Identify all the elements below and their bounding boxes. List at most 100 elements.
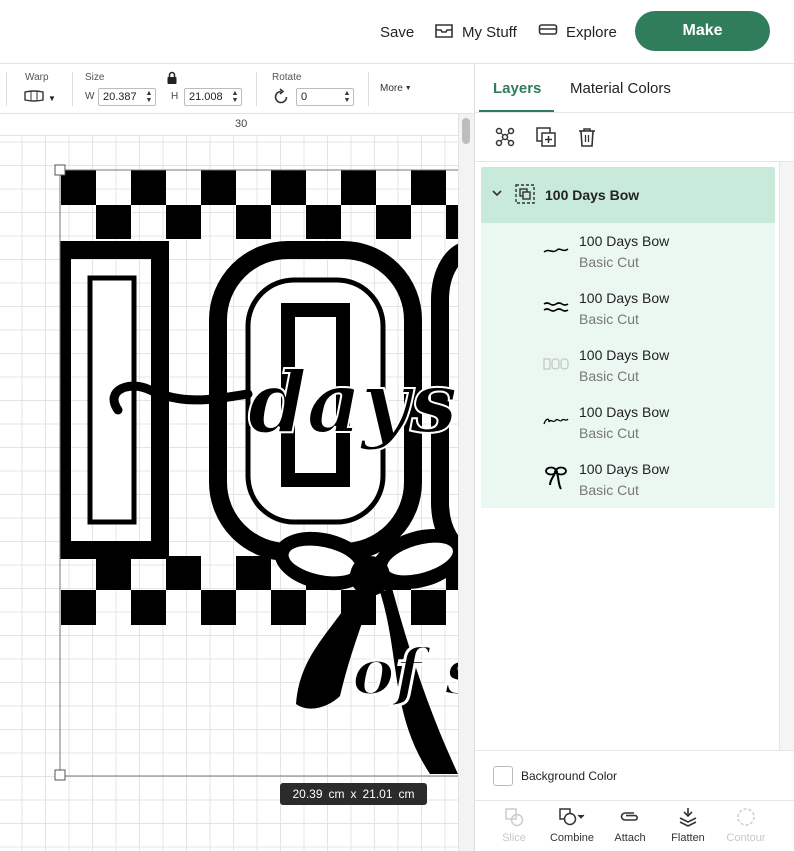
flatten-label: Flatten (671, 832, 705, 844)
stepper-icon[interactable]: ▲ ▼ (230, 90, 240, 104)
background-color-checkbox[interactable] (493, 766, 513, 786)
divider (6, 72, 7, 106)
trash-icon[interactable] (575, 125, 599, 149)
warp-dropdown[interactable]: ▼ (24, 90, 58, 106)
save-label: Save (380, 23, 415, 41)
warp-icon (24, 89, 44, 107)
attach-label: Attach (614, 832, 646, 844)
layer-name: 100 Days Bow (579, 233, 670, 249)
layer-tools (475, 112, 794, 162)
width-input[interactable]: 20.387 ▲ ▼ (98, 88, 156, 106)
canvas[interactable]: 30 days of s 20.39 cm x 21.01 cm (0, 114, 474, 851)
layer-item[interactable]: 100 Days Bow Basic Cut (481, 394, 775, 451)
layer-name: 100 Days Bow (579, 461, 670, 477)
of-school-thumb-icon (543, 408, 569, 434)
layer-item[interactable]: 100 Days Bow Basic Cut (481, 280, 775, 337)
layer-operation: Basic Cut (579, 482, 639, 498)
layer-name: 100 Days Bow (579, 347, 670, 363)
days-script-thumb-icon (543, 237, 569, 263)
more-label: More (380, 83, 403, 94)
layer-name: 100 Days Bow (579, 404, 670, 420)
divider (256, 72, 257, 106)
canvas-scrollbar[interactable] (458, 114, 474, 851)
explore-label: Explore (566, 23, 617, 41)
layer-name: 100 Days Bow (579, 290, 670, 306)
make-label: Make (682, 22, 723, 39)
grouped-layers-icon (515, 184, 535, 209)
rotate-icon[interactable] (272, 88, 290, 111)
slice-button[interactable]: Slice (484, 807, 544, 844)
width-value: 20.387 (103, 91, 137, 103)
script-days: days (248, 353, 457, 452)
bow-thumb-icon (543, 465, 569, 491)
background-color-row: Background Color (475, 750, 794, 800)
dimension-width: 20.39 (292, 787, 323, 801)
my-stuff-label: My Stuff (462, 23, 517, 41)
dimension-separator: x (350, 787, 357, 801)
attach-button[interactable]: Attach (600, 807, 660, 844)
combine-label: Combine (549, 832, 595, 844)
top-bar: Save My Stuff Explore Make (0, 0, 794, 64)
rotate-input[interactable]: 0 ▲ ▼ (296, 88, 354, 106)
tab-layers[interactable]: Layers (493, 80, 541, 97)
height-input[interactable]: 21.008 ▲ ▼ (184, 88, 242, 106)
edit-toolbar: Warp ▼ Size W 20.387 ▲ ▼ H 21.008 ▲ ▼ Rota… (0, 64, 474, 114)
contour-label: Contour (726, 832, 766, 844)
script-of-school: of s (352, 635, 474, 710)
resize-handle-bottom-left[interactable] (54, 769, 66, 781)
layer-operation: Basic Cut (579, 425, 639, 441)
chevron-down-icon[interactable] (491, 186, 503, 204)
outline-100-thumb-icon (543, 351, 569, 377)
stepper-icon[interactable]: ▲ ▼ (342, 90, 352, 104)
layer-item[interactable]: 100 Days Bow Basic Cut (481, 223, 775, 280)
contour-button[interactable]: Contour (716, 807, 776, 844)
resize-handle-top-left[interactable] (54, 164, 66, 176)
scroll-thumb[interactable] (462, 118, 470, 144)
flatten-icon (677, 807, 699, 830)
rotate-label: Rotate (272, 72, 302, 83)
layer-operation: Basic Cut (579, 254, 639, 270)
wavy-lines-thumb-icon (543, 294, 569, 320)
warp-label: Warp (25, 72, 49, 83)
background-color-label: Background Color (521, 769, 618, 783)
combine-button[interactable]: Combine (542, 807, 602, 844)
inbox-icon (434, 21, 454, 43)
bottom-toolbar: Slice Combine Attach Flatten Contour (475, 800, 794, 851)
dimension-unit-w: cm (328, 787, 345, 801)
layer-group[interactable]: 100 Days Bow (481, 167, 775, 223)
design-artwork[interactable]: days of s (0, 114, 474, 851)
attach-icon (619, 807, 641, 830)
make-button[interactable]: Make (635, 11, 770, 51)
dimension-tooltip: 20.39 cm x 21.01 cm (280, 783, 427, 805)
group-name: 100 Days Bow (545, 187, 640, 203)
layers-panel: Layers Material Colors 100 Days Bow 100 … (474, 64, 794, 851)
tab-material-colors[interactable]: Material Colors (570, 80, 671, 97)
height-label: H (171, 91, 179, 102)
dimension-height: 21.01 (362, 787, 393, 801)
group-layers: 100 Days Bow Basic Cut 100 Days Bow Basi… (481, 223, 775, 508)
my-stuff-button[interactable]: My Stuff (434, 18, 517, 46)
chevron-down-icon: ▼ (48, 93, 56, 103)
layer-operation: Basic Cut (579, 368, 639, 384)
rotate-value: 0 (301, 91, 308, 103)
dimension-unit-h: cm (398, 787, 415, 801)
save-button[interactable]: Save (380, 18, 414, 46)
slice-icon (504, 807, 524, 830)
group-icon[interactable] (493, 125, 517, 149)
width-label: W (85, 91, 95, 102)
height-value: 21.008 (189, 91, 223, 103)
stepper-icon[interactable]: ▲ ▼ (144, 90, 154, 104)
layers-scrollbar[interactable] (779, 162, 794, 750)
duplicate-icon[interactable] (534, 125, 558, 149)
divider (72, 72, 73, 106)
more-dropdown[interactable]: More ▼ (380, 83, 412, 94)
explore-button[interactable]: Explore (538, 18, 617, 46)
layers-list: 100 Days Bow 100 Days Bow Basic Cut 100 … (475, 162, 794, 750)
combine-icon (558, 807, 586, 830)
layer-item[interactable]: 100 Days Bow Basic Cut (481, 451, 775, 508)
caret-down-icon: ▼ (404, 85, 412, 92)
flatten-button[interactable]: Flatten (658, 807, 718, 844)
lock-icon[interactable] (164, 71, 180, 90)
layer-item[interactable]: 100 Days Bow Basic Cut (481, 337, 775, 394)
design-space: Save My Stuff Explore Make Warp ▼ Size W… (0, 0, 794, 851)
